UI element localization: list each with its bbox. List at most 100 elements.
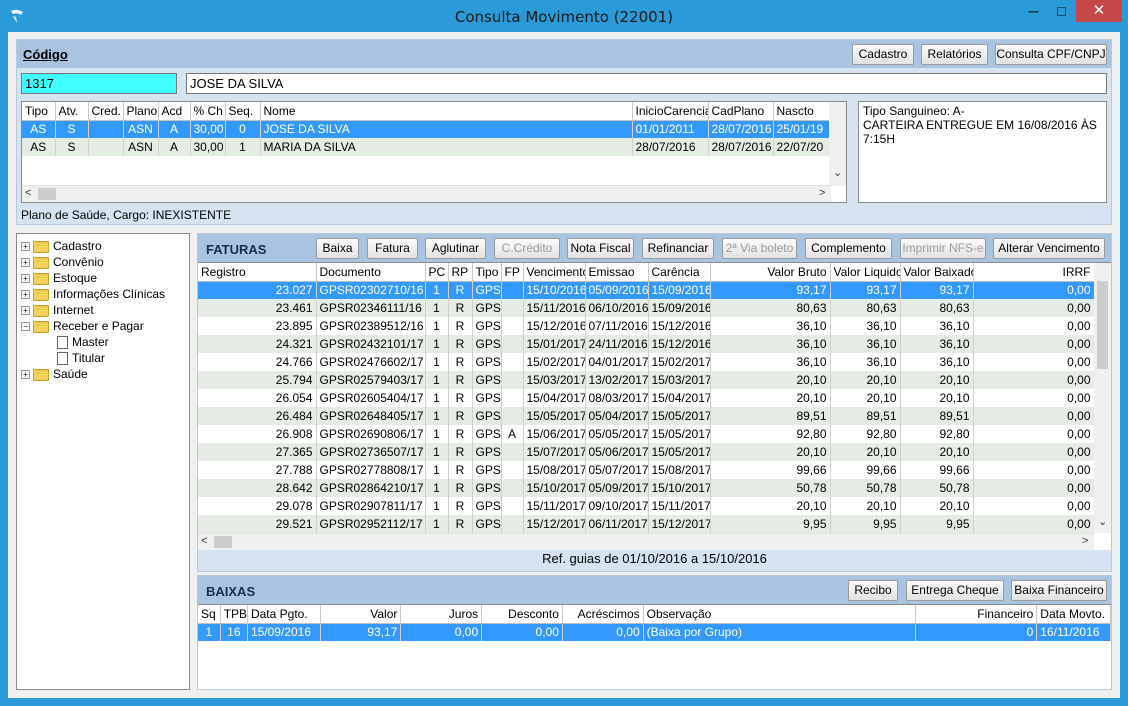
table-row[interactable]: 29.078 GPSR02907811/17 1 R GPS 15/11/2017 09/1… <box>198 497 1095 515</box>
faturas-button-7[interactable]: Complemento <box>805 238 892 259</box>
faturas-button-5[interactable]: Refinanciar <box>642 238 714 259</box>
column-header[interactable]: Seq. <box>225 102 261 121</box>
column-header[interactable]: Valor Baixado <box>900 263 974 282</box>
baixas-grid[interactable]: SqTPBXData Pgto.ValorJurosDescontoAcrésc… <box>198 604 1111 689</box>
tree-item[interactable]: − Receber e Pagar <box>21 318 144 334</box>
expand-icon[interactable]: + <box>21 306 30 316</box>
codigo-input[interactable]: 1317 <box>21 73 177 94</box>
column-header[interactable]: FP <box>501 263 524 282</box>
recibo-button[interactable]: Recibo <box>848 580 898 601</box>
column-header[interactable]: Valor <box>320 605 402 624</box>
scroll-down-icon[interactable]: ⌄ <box>1098 515 1107 528</box>
table-row[interactable]: 23.461 GPSR02346111/16 1 R GPS 15/11/2016 06/1… <box>198 299 1095 317</box>
faturas-button-1[interactable]: Fatura <box>367 238 418 259</box>
table-row[interactable]: 26.484 GPSR02648405/17 1 R GPS 15/05/2017 05/0… <box>198 407 1095 425</box>
column-header[interactable]: Atv. <box>55 102 89 121</box>
entrega-cheque-button[interactable]: Entrega Cheque <box>906 580 1004 601</box>
tree-item[interactable]: + Estoque <box>21 270 97 286</box>
faturas-button-4[interactable]: Nota Fiscal <box>567 238 634 259</box>
faturas-button-0[interactable]: Baixa <box>316 238 359 259</box>
column-header[interactable]: Acd <box>158 102 191 121</box>
title-bar[interactable]: Consulta Movimento (22001) ─ □ ✕ <box>0 0 1128 32</box>
column-header[interactable]: Tipo <box>472 263 502 282</box>
consulta-cpf-button[interactable]: Consulta CPF/CNPJ <box>995 44 1107 65</box>
close-button[interactable]: ✕ <box>1076 0 1122 22</box>
navigation-tree[interactable]: + Cadastro + Convênio + Estoque + Informações C… <box>16 233 190 690</box>
faturas-vscroll-thumb[interactable] <box>1097 281 1108 369</box>
column-header[interactable]: InicioCarencia <box>632 102 709 121</box>
column-header[interactable]: Registro <box>198 263 317 282</box>
table-row[interactable]: 24.766 GPSR02476602/17 1 R GPS 15/02/2017 04/0… <box>198 353 1095 371</box>
expand-icon[interactable]: + <box>21 290 30 300</box>
table-row[interactable]: 24.321 GPSR02432101/17 1 R GPS 15/01/2017 24/1… <box>198 335 1095 353</box>
column-header[interactable]: Emissao <box>585 263 649 282</box>
expand-icon[interactable]: + <box>21 274 30 284</box>
table-row[interactable]: 29.521 GPSR02952112/17 1 R GPS 15/12/2017 06/1… <box>198 515 1095 533</box>
relatorios-button[interactable]: Relatórios <box>921 44 988 65</box>
nome-input[interactable]: JOSE DA SILVA <box>186 73 1107 94</box>
column-header[interactable]: Cred. <box>88 102 124 121</box>
baixa-financeiro-button[interactable]: Baixa Financeiro <box>1011 580 1107 601</box>
table-row[interactable]: 23.895 GPSR02389512/16 1 R GPS 15/12/2016 07/1… <box>198 317 1095 335</box>
column-header[interactable]: Nome <box>260 102 633 121</box>
tree-item[interactable]: Titular <box>57 350 105 366</box>
column-header[interactable]: Vencimento <box>523 263 586 282</box>
column-header[interactable]: Plano <box>123 102 159 121</box>
column-header[interactable]: Data Pgto. <box>247 605 321 624</box>
tree-item[interactable]: + Informações Clínicas <box>21 286 165 302</box>
expand-icon[interactable]: + <box>21 242 30 252</box>
faturas-hscroll[interactable]: < > <box>198 533 1094 550</box>
scroll-thumb[interactable] <box>38 188 56 200</box>
scroll-down-icon[interactable]: ⌄ <box>833 166 842 179</box>
tree-item[interactable]: + Saúde <box>21 366 88 382</box>
column-header[interactable]: PC <box>425 263 449 282</box>
column-header[interactable]: Valor Liquido <box>830 263 901 282</box>
column-header[interactable]: Tipo <box>22 102 56 121</box>
column-header[interactable]: RP <box>448 263 473 282</box>
column-header[interactable]: % Ch <box>190 102 226 121</box>
scroll-thumb[interactable] <box>214 536 232 548</box>
table-row[interactable]: 26.908 GPSR02690806/17 1 R GPS A 15/06/2017 05/… <box>198 425 1095 443</box>
dependents-grid[interactable]: Tipo Atv. Cred. Plano Acd% Ch Seq. Nome InicioC… <box>21 101 847 203</box>
faturas-button-9[interactable]: Alterar Vencimento <box>993 238 1105 259</box>
column-header[interactable]: Nascto <box>773 102 832 121</box>
column-header[interactable]: Desconto <box>481 605 563 624</box>
dependents-hscroll[interactable]: < > <box>22 185 831 202</box>
column-header[interactable]: Acréscimos <box>562 605 644 624</box>
table-row[interactable]: 23.027 GPSR02302710/16 1 R GPS 15/10/2016 05/0… <box>198 281 1095 299</box>
column-header[interactable]: Sq <box>198 605 221 624</box>
column-header[interactable]: Carência <box>648 263 711 282</box>
table-row[interactable]: AS S ASN A 30,00 1 MARIA DA SILVA 28/07/2016 28/… <box>22 138 832 156</box>
expand-icon[interactable]: + <box>21 258 30 268</box>
tree-item[interactable]: Master <box>57 334 109 350</box>
expand-icon[interactable]: + <box>21 370 30 380</box>
column-header[interactable]: Documento <box>316 263 426 282</box>
column-header[interactable]: Juros <box>400 605 483 624</box>
maximize-button[interactable]: □ <box>1048 0 1075 22</box>
column-header[interactable]: Valor Bruto <box>710 263 831 282</box>
cadastro-button[interactable]: Cadastro <box>852 44 914 65</box>
scroll-right-icon[interactable]: > <box>819 187 825 199</box>
table-row[interactable]: 25.794 GPSR02579403/17 1 R GPS 15/03/2017 13/0… <box>198 371 1095 389</box>
column-header[interactable]: TPBX <box>220 605 248 624</box>
table-row[interactable]: 27.365 GPSR02736507/17 1 R GPS 15/07/2017 05/0… <box>198 443 1095 461</box>
column-header[interactable]: IRRF <box>973 263 1095 282</box>
table-row[interactable]: 27.788 GPSR02778808/17 1 R GPS 15/08/2017 05/0… <box>198 461 1095 479</box>
faturas-button-2[interactable]: Aglutinar <box>425 238 486 259</box>
scroll-right-icon[interactable]: > <box>1082 535 1088 547</box>
column-header[interactable]: CadPlano <box>708 102 774 121</box>
column-header[interactable]: Data Movto. <box>1036 605 1111 624</box>
column-header[interactable]: Financeiro <box>915 605 1038 624</box>
faturas-vscroll[interactable]: ⌄ <box>1094 263 1111 533</box>
table-row[interactable]: 28.642 GPSR02864210/17 1 R GPS 15/10/2017 05/0… <box>198 479 1095 497</box>
dependents-vscroll[interactable]: ⌄ <box>829 102 846 186</box>
faturas-grid[interactable]: Registro Documento PC RP Tipo FP Vencimento Emi… <box>198 262 1111 550</box>
expand-icon[interactable]: − <box>21 322 30 332</box>
table-row[interactable]: 26.054 GPSR02605404/17 1 R GPS 15/04/2017 08/0… <box>198 389 1095 407</box>
minimize-button[interactable]: ─ <box>1020 0 1047 22</box>
column-header[interactable]: Observação <box>643 605 917 624</box>
table-row[interactable]: AS S ASN A 30,00 0 JOSE DA SILVA 01/01/2011 28/0… <box>22 120 832 138</box>
tree-item[interactable]: + Cadastro <box>21 238 102 254</box>
scroll-left-icon[interactable]: < <box>201 535 207 547</box>
tree-item[interactable]: + Internet <box>21 302 94 318</box>
